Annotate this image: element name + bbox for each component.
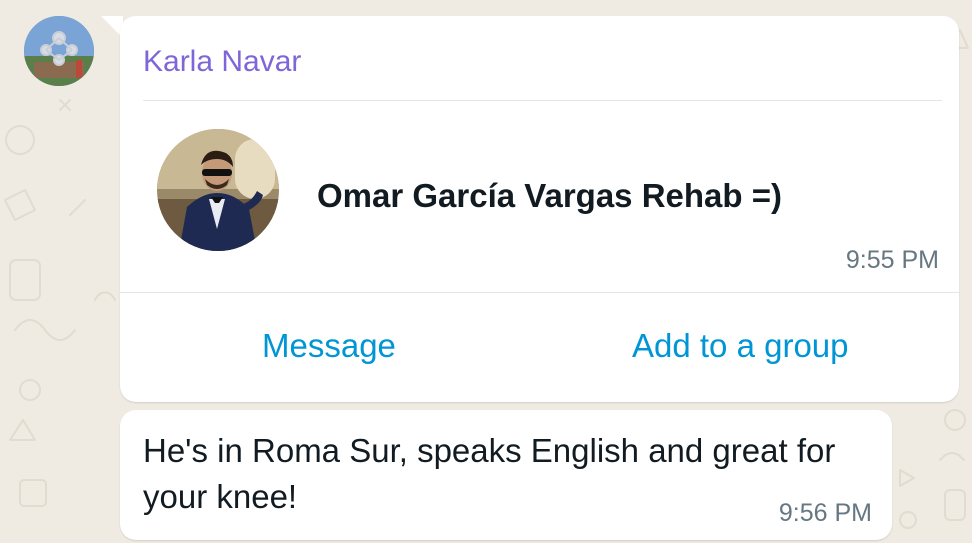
contact-card-bubble: Karla Navar Omar García Vargas Rehab =) … <box>120 16 959 402</box>
divider <box>143 100 942 101</box>
message-timestamp: 9:56 PM <box>778 499 872 527</box>
divider <box>120 292 959 293</box>
avatar-image <box>24 16 94 86</box>
contact-photo-image <box>157 129 279 251</box>
message-contact-button[interactable]: Message <box>262 326 396 366</box>
message-text: He's in Roma Sur, speaks English and gre… <box>143 432 836 515</box>
contact-photo[interactable] <box>157 129 279 251</box>
message-timestamp: 9:55 PM <box>845 246 939 274</box>
text-message-bubble[interactable]: He's in Roma Sur, speaks English and gre… <box>120 410 892 540</box>
contact-name[interactable]: Omar García Vargas Rehab =) <box>317 176 782 216</box>
sender-avatar[interactable] <box>24 16 94 86</box>
add-to-group-button[interactable]: Add to a group <box>632 326 849 366</box>
sender-name[interactable]: Karla Navar <box>143 44 301 80</box>
